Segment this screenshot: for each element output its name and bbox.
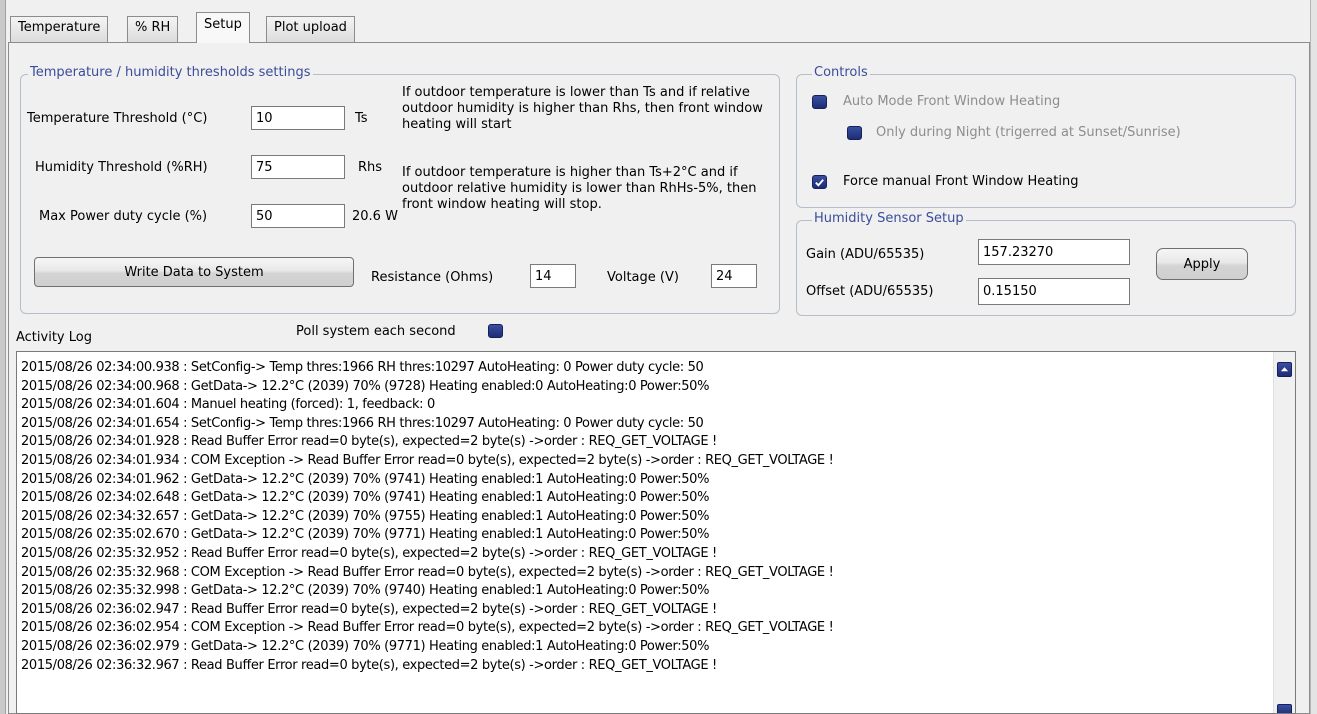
log-line: 2015/08/26 02:36:02.979 : GetData-> 12.2… [21,638,710,654]
scroll-thumb[interactable] [1277,704,1292,713]
log-line: 2015/08/26 02:34:01.934 : COM Exception … [21,452,834,468]
tab-label: % RH [135,20,171,35]
heating-stop-note: If outdoor temperature is higher than Ts… [402,165,757,212]
log-line: 2015/08/26 02:34:02.648 : GetData-> 12.2… [21,490,710,506]
heating-start-note: If outdoor temperature is lower than Ts … [402,85,763,132]
log-line: 2015/08/26 02:36:32.967 : Read Buffer Er… [21,657,717,673]
humidity-threshold-label: Humidity Threshold (%RH) [35,160,208,175]
tab-temperature[interactable]: Temperature [10,16,109,42]
arrow-up-icon [1280,367,1289,372]
log-line: 2015/08/26 02:35:02.670 : GetData-> 12.2… [21,527,710,543]
tab-label: Plot upload [274,20,347,35]
activity-log-label: Activity Log [16,330,92,345]
offset-label: Offset (ADU/65535) [806,284,934,299]
tab-rh[interactable]: % RH [127,16,179,42]
controls-group-title: Controls [812,65,870,80]
force-manual-label: Force manual Front Window Heating [843,174,1079,189]
humidity-threshold-input[interactable] [251,155,345,179]
poll-system-checkbox[interactable] [488,324,503,338]
scroll-up-button[interactable] [1277,362,1292,377]
log-line: 2015/08/26 02:34:00.968 : GetData-> 12.2… [21,378,710,394]
humidity-sensor-group-title: Humidity Sensor Setup [812,211,966,226]
log-line: 2015/08/26 02:34:00.938 : SetConfig-> Te… [21,360,704,375]
log-line: 2015/08/26 02:35:32.998 : GetData-> 12.2… [21,583,710,599]
apply-button[interactable]: Apply [1156,248,1248,280]
power-duty-cycle-input[interactable] [251,204,345,228]
auto-mode-checkbox[interactable] [812,95,827,109]
write-data-button[interactable]: Write Data to System [34,257,354,287]
log-line: 2015/08/26 02:34:01.928 : Read Buffer Er… [21,434,717,450]
voltage-label: Voltage (V) [607,270,679,285]
night-only-label: Only during Night (trigerred at Sunset/S… [876,125,1181,140]
temperature-threshold-label: Temperature Threshold (°C) [27,111,208,126]
auto-mode-label: Auto Mode Front Window Heating [843,94,1061,109]
thresholds-group-title: Temperature / humidity thresholds settin… [28,65,313,80]
log-line: 2015/08/26 02:34:32.657 : GetData-> 12.2… [21,508,710,524]
tab-label: Setup [204,17,242,32]
log-line: 2015/08/26 02:34:01.604 : Manuel heating… [21,397,435,413]
power-duty-cycle-label: Max Power duty cycle (%) [39,209,208,224]
tab-setup[interactable]: Setup [196,12,250,43]
force-manual-checkbox[interactable] [812,175,827,189]
window-frame-right [1310,0,1317,714]
tab-label: Temperature [18,20,101,35]
resistance-label: Resistance (Ohms) [371,270,494,285]
log-line: 2015/08/26 02:35:32.952 : Read Buffer Er… [21,545,717,561]
log-line: 2015/08/26 02:36:02.947 : Read Buffer Er… [21,601,717,617]
poll-system-label: Poll system each second [296,324,456,339]
temperature-threshold-input[interactable] [251,106,345,130]
log-line: 2015/08/26 02:35:32.968 : COM Exception … [21,564,834,580]
voltage-input[interactable] [711,264,757,288]
log-line: 2015/08/26 02:36:02.954 : COM Exception … [21,620,834,636]
power-watts-value: 20.6 W [352,209,398,224]
temperature-threshold-unit: Ts [355,111,368,126]
activity-log-textarea[interactable]: 2015/08/26 02:34:00.938 : SetConfig-> Te… [16,351,1296,714]
gain-label: Gain (ADU/65535) [806,247,925,262]
gain-input[interactable] [978,239,1130,265]
log-line: 2015/08/26 02:34:01.962 : GetData-> 12.2… [21,471,710,487]
humidity-threshold-unit: Rhs [358,160,383,175]
tab-plot-upload[interactable]: Plot upload [266,16,355,42]
activity-log-lines: 2015/08/26 02:34:00.938 : SetConfig-> Te… [21,359,1261,675]
log-line: 2015/08/26 02:34:01.654 : SetConfig-> Te… [21,415,704,431]
log-scrollbar[interactable] [1273,352,1295,713]
night-only-checkbox[interactable] [847,126,862,140]
window-frame-left [0,0,6,714]
check-icon [815,178,824,187]
offset-input[interactable] [978,278,1130,305]
resistance-input[interactable] [530,264,576,288]
